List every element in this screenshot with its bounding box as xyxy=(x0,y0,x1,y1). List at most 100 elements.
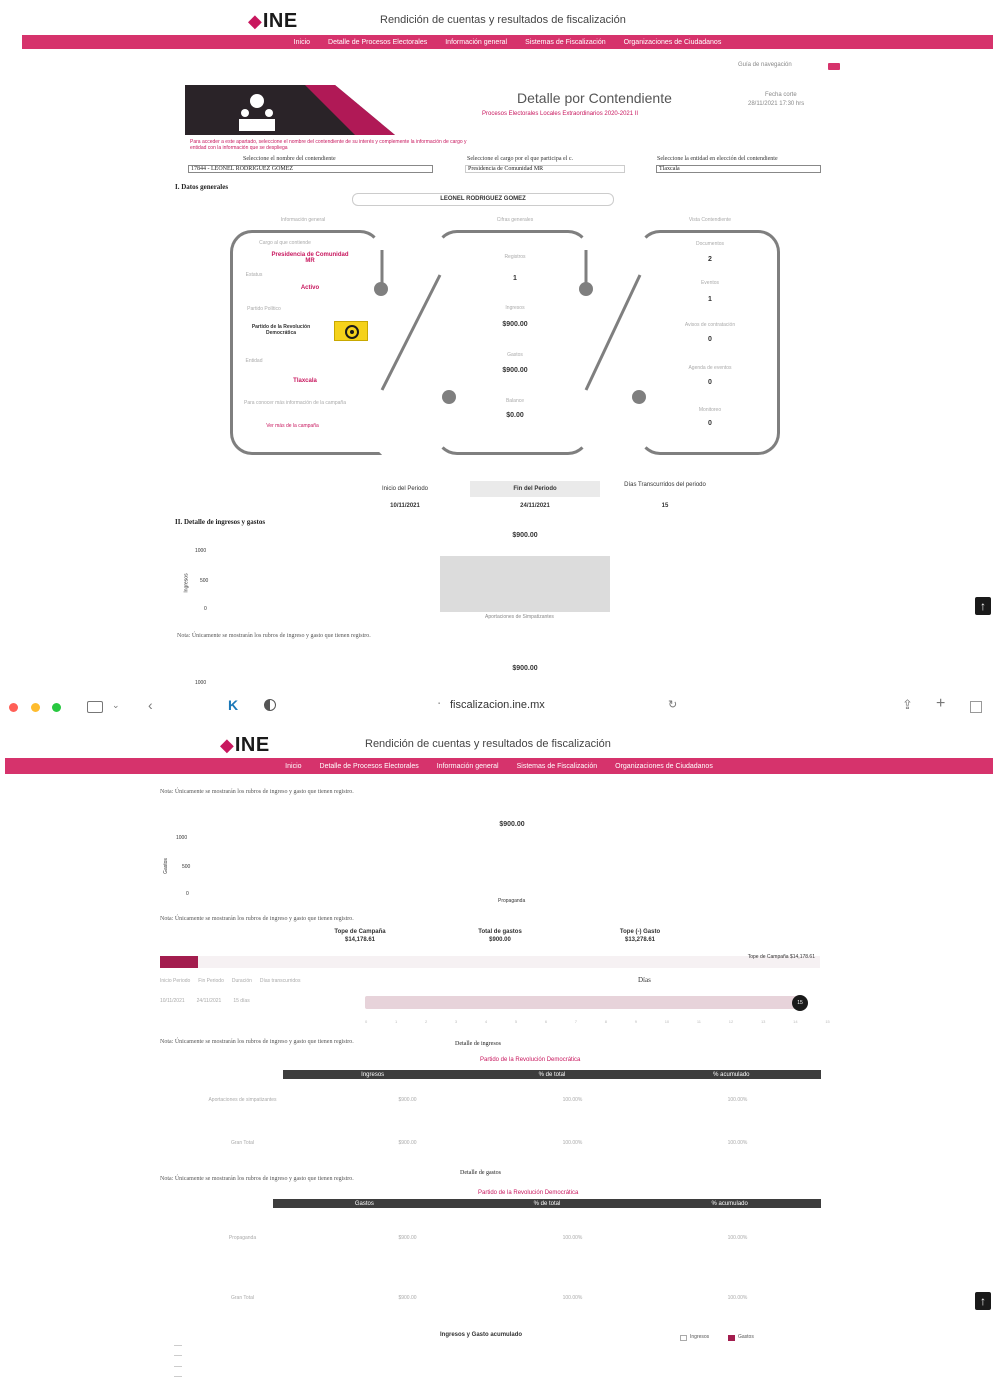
cargo-label: Cargo al que contiende xyxy=(259,240,311,246)
gastos-r0c0: Propaganda xyxy=(228,1235,257,1241)
selector-label-cargo: Seleccione el cargo por el que participa… xyxy=(467,156,574,162)
chart2-ylabel: Gastos xyxy=(162,858,169,874)
nav-inicio[interactable]: Inicio xyxy=(294,39,310,46)
partido-value: Partido de la Revolución Democrática xyxy=(251,324,311,336)
period-days-value: 15 xyxy=(661,503,669,509)
campaign-link[interactable]: Ver más de la campaña xyxy=(255,423,330,429)
ingresos-party: Partido de la Revolución Democrática xyxy=(480,1057,581,1063)
ingresos-value: $900.00 xyxy=(502,321,528,328)
bottom-chart-axis xyxy=(174,1345,182,1377)
gastos-table-title: Detalle de gastos xyxy=(460,1170,501,1176)
scroll-top-button-2[interactable]: ↑ xyxy=(975,1292,991,1310)
chart1-xlabel: Aportaciones de Simpatizantes xyxy=(485,614,554,620)
close-window-icon[interactable] xyxy=(9,703,18,712)
gastos-r1c3: 100.00% xyxy=(727,1295,748,1301)
ingresos-table-title: Detalle de ingresos xyxy=(455,1041,501,1047)
dias-progress-bar xyxy=(365,996,800,1009)
b3-label-4: Monitoreo xyxy=(698,407,722,413)
banner-graphic xyxy=(185,85,395,135)
chart1-tick-0: 1000 xyxy=(195,548,207,554)
gastos-party: Partido de la Revolución Democrática xyxy=(478,1190,579,1196)
nav2-organizaciones[interactable]: Organizaciones de Ciudadanos xyxy=(615,763,713,770)
ingresos-r1c1: $900.00 xyxy=(398,1140,417,1146)
sidebar-toggle-icon[interactable] xyxy=(87,701,103,713)
ingresos-r1c0: Gran Total xyxy=(231,1140,254,1146)
gastos-r0c2: 100.00% xyxy=(562,1235,583,1241)
registros-value: 1 xyxy=(513,275,517,282)
site-title: Rendición de cuentas y resultados de fis… xyxy=(380,14,626,26)
page-subtitle: Procesos Electorales Locales Extraordina… xyxy=(482,111,639,117)
entidad-select[interactable]: Tlaxcala xyxy=(656,165,821,173)
box1-header: Información general xyxy=(280,217,326,223)
nav-organizaciones[interactable]: Organizaciones de Ciudadanos xyxy=(624,39,722,46)
nav-procesos[interactable]: Detalle de Procesos Electorales xyxy=(328,39,427,46)
url-bar[interactable]: fiscalizacion.ine.mx xyxy=(450,699,545,711)
box2-header: Cifras generales xyxy=(496,217,534,223)
contendiente-select[interactable]: 17844 - LEONEL RODRIGUEZ GOMEZ xyxy=(188,165,433,173)
maximize-window-icon[interactable] xyxy=(52,703,61,712)
gastos-table-header: Gastos % de total % acumulado xyxy=(273,1199,821,1208)
selector-label-entidad: Seleccione la entidad en elección del co… xyxy=(657,156,778,162)
ine-logo-2[interactable]: ◆INE xyxy=(220,734,270,757)
period-start-value: 10/11/2021 xyxy=(390,503,420,509)
gasto-progress-track xyxy=(198,956,820,968)
note-5: Nota: Únicamente se mostrarán los rubros… xyxy=(160,1176,354,1182)
gastos-th-2: % acumulado xyxy=(711,1200,748,1207)
chevron-down-icon[interactable]: ⌄ xyxy=(112,700,120,711)
nav2-sistemas[interactable]: Sistemas de Fiscalización xyxy=(517,763,598,770)
chart2-tick-2: 0 xyxy=(186,891,189,897)
arrow-up-icon: ↑ xyxy=(980,1294,986,1308)
ine-logo-icon: ◆ xyxy=(248,11,262,31)
privacy-shield-icon[interactable] xyxy=(264,699,276,711)
tab-overview-icon[interactable] xyxy=(970,701,982,713)
ingresos-r0c2: 100.00% xyxy=(562,1097,583,1103)
entidad-label: Entidad xyxy=(245,358,263,364)
ingresos-th-1: % de total xyxy=(538,1071,566,1078)
dias-progress-handle[interactable]: 15 xyxy=(792,995,808,1011)
b3-value-4: 0 xyxy=(708,420,712,427)
cargo-select[interactable]: Presidencia de Comunidad MR xyxy=(465,165,625,173)
total-gastos-label: Total de gastos xyxy=(478,929,522,935)
nav-sistemas[interactable]: Sistemas de Fiscalización xyxy=(525,39,606,46)
legend-gastos-swatch[interactable] xyxy=(728,1335,735,1341)
selector-label-contendiente: Seleccione el nombre del contendiente xyxy=(243,156,336,162)
date-label: Fecha corte xyxy=(765,92,797,98)
chart1-bar[interactable] xyxy=(440,556,610,612)
nav2-informacion[interactable]: Información general xyxy=(437,763,499,770)
legend-ingresos-swatch[interactable] xyxy=(680,1335,687,1341)
gastos-value: $900.00 xyxy=(502,367,528,374)
back-icon[interactable]: ‹ xyxy=(148,697,153,713)
scroll-top-button[interactable]: ↑ xyxy=(975,597,991,615)
period-values: 10/11/2021 24/11/2021 15 xyxy=(340,503,730,509)
period-start-label: Inicio del Periodo xyxy=(381,486,429,492)
b3-label-2: Avisos de contratación xyxy=(684,322,736,328)
guide-icon[interactable] xyxy=(828,63,840,70)
chart-peek-tick: 1000 xyxy=(195,680,207,686)
b3-label-0: Documentos xyxy=(695,241,725,247)
nav2-inicio[interactable]: Inicio xyxy=(285,763,301,770)
gastos-label: Gastos xyxy=(507,352,523,358)
b3-value-0: 2 xyxy=(708,256,712,263)
entidad-value: Tlaxcala xyxy=(293,378,317,384)
ine-logo[interactable]: ◆INE xyxy=(248,10,298,33)
extension-k-icon[interactable]: K xyxy=(228,697,238,713)
dias-axis: 0 1 2 3 4 5 6 7 8 9 10 11 12 13 14 15 xyxy=(365,1019,830,1024)
main-navbar-2: Inicio Detalle de Procesos Electorales I… xyxy=(5,758,993,774)
share-icon[interactable]: ⇪ xyxy=(902,697,913,713)
gastos-r1c2: 100.00% xyxy=(562,1295,583,1301)
reload-icon[interactable]: ↻ xyxy=(668,698,677,711)
table-row: Aportaciones de simpatizantes $900.00 10… xyxy=(160,1097,820,1103)
browser-toolbar: ⌄ ‹ K ▪ fiscalizacion.ine.mx ↻ ⇪ + xyxy=(0,692,993,722)
guide-link[interactable]: Guía de navegación xyxy=(738,62,792,68)
chart2-xlabel: Propaganda xyxy=(498,898,526,904)
new-tab-icon[interactable]: + xyxy=(936,695,945,713)
bottom-chart-title: Ingresos y Gasto acumulado xyxy=(440,1332,523,1338)
nav2-procesos[interactable]: Detalle de Procesos Electorales xyxy=(320,763,419,770)
minimize-window-icon[interactable] xyxy=(31,703,40,712)
dias-label: Días xyxy=(638,976,651,984)
arrow-up-icon: ↑ xyxy=(980,599,986,613)
gastos-r0c1: $900.00 xyxy=(398,1235,417,1241)
candidate-name: LEONEL RODRIGUEZ GOMEZ xyxy=(352,193,614,206)
instructions: Para acceder a este apartado, seleccione… xyxy=(190,139,467,151)
nav-informacion[interactable]: Información general xyxy=(445,39,507,46)
